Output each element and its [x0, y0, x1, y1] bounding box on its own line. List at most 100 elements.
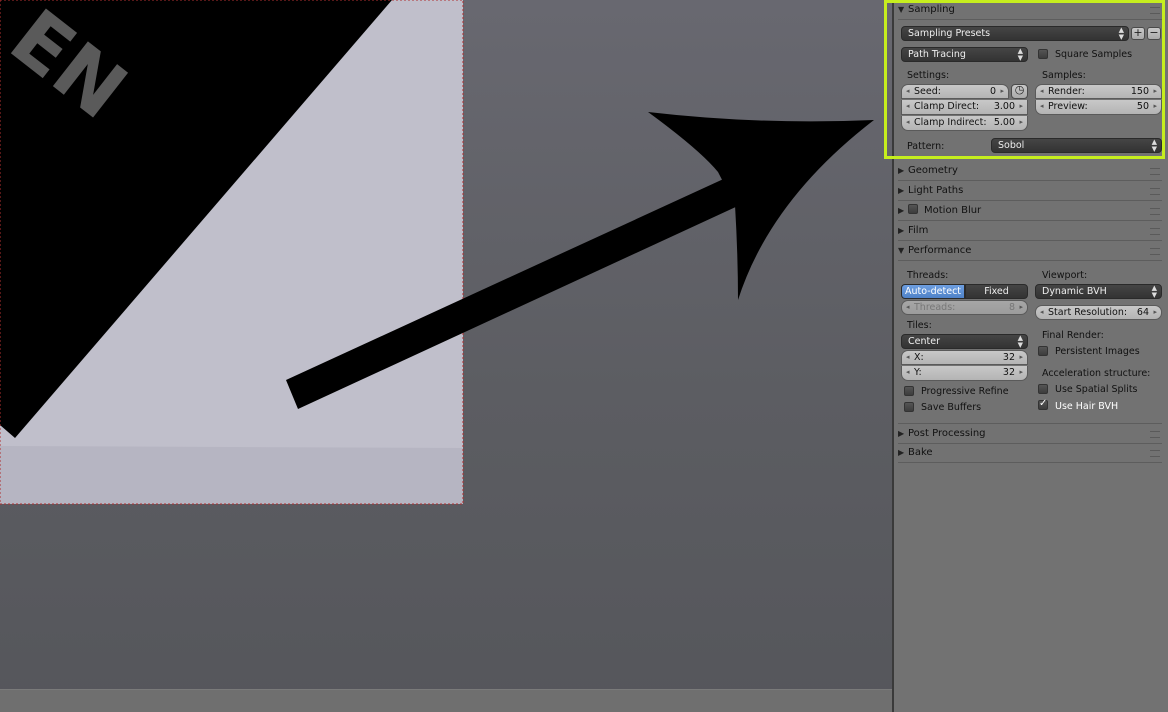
expand-down-icon: ▼	[898, 5, 905, 14]
seed-label: Seed:	[914, 86, 941, 97]
tile-y-value: 32	[1002, 367, 1015, 378]
expand-right-icon: ▶	[898, 226, 905, 235]
clamp-indirect-value: 5.00	[993, 117, 1015, 128]
final-render-label: Final Render:	[1042, 330, 1104, 341]
properties-panel: ▼ Sampling Sampling Presets ▲ ▼ + − Path T…	[892, 0, 1168, 712]
geometry-header-label: Geometry	[908, 165, 958, 176]
threads-count-value: 8	[1008, 302, 1015, 313]
expand-right-icon: ▶	[898, 206, 905, 215]
animated-seed-clock-icon[interactable]: ◷	[1011, 84, 1028, 99]
progressive-refine-label: Progressive Refine	[921, 386, 1009, 397]
tile-order-dropdown[interactable]: Center ▲ ▼	[901, 334, 1028, 349]
light-paths-header-label: Light Paths	[908, 185, 964, 196]
pattern-value: Sobol	[998, 140, 1025, 151]
acceleration-structure-label: Acceleration structure:	[1042, 368, 1151, 379]
updown-arrow-icon: ▲ ▼	[1151, 138, 1157, 153]
clamp-direct-label: Clamp Direct:	[914, 101, 980, 112]
threads-fixed-button[interactable]: Fixed	[965, 284, 1028, 299]
use-spatial-splits-checkbox[interactable]	[1038, 384, 1048, 394]
preview-samples-label: Preview:	[1048, 101, 1088, 112]
expand-right-icon: ▶	[898, 448, 905, 457]
tile-x-value: 32	[1002, 352, 1015, 363]
drag-grip-icon[interactable]	[1150, 450, 1160, 457]
light-paths-panel-header[interactable]: ▶ Light Paths	[898, 181, 1162, 201]
preview-samples-value: 50	[1136, 101, 1149, 112]
use-hair-bvh-checkbox[interactable]	[1038, 398, 1048, 410]
viewport-scene: EN	[0, 0, 874, 505]
threads-count-label: Threads:	[914, 302, 956, 313]
geometry-panel-header[interactable]: ▶ Geometry	[898, 161, 1162, 181]
viewport-bvh-dropdown[interactable]: Dynamic BVH ▲ ▼	[1035, 284, 1162, 299]
progressive-refine-checkbox[interactable]	[904, 386, 914, 396]
square-samples-checkbox[interactable]	[1038, 49, 1048, 59]
post-processing-header-label: Post Processing	[908, 428, 986, 439]
updown-arrow-icon: ▲ ▼	[1151, 284, 1157, 299]
tile-y-field[interactable]: ◂ Y: 32 ▸	[901, 366, 1028, 381]
3d-viewport[interactable]: EN	[0, 0, 892, 712]
persistent-images-label: Persistent Images	[1055, 346, 1140, 357]
sampling-header-label: Sampling	[908, 4, 955, 15]
render-samples-label: Render:	[1048, 86, 1085, 97]
updown-arrow-icon: ▲ ▼	[1118, 26, 1124, 41]
integrator-label: Path Tracing	[908, 49, 966, 60]
use-hair-bvh-label: Use Hair BVH	[1055, 401, 1119, 412]
preview-samples-field[interactable]: ◂ Preview: 50 ▸	[1035, 100, 1162, 115]
drag-grip-icon[interactable]	[1150, 188, 1160, 195]
tile-order-value: Center	[908, 336, 940, 347]
remove-preset-button[interactable]: −	[1147, 27, 1161, 40]
pattern-dropdown[interactable]: Sobol ▲ ▼	[991, 138, 1162, 153]
drag-grip-icon[interactable]	[1150, 228, 1160, 235]
motion-blur-panel-header[interactable]: ▶ Motion Blur	[898, 201, 1162, 221]
square-samples-label: Square Samples	[1055, 49, 1133, 60]
samples-label: Samples:	[1042, 70, 1086, 81]
integrator-dropdown[interactable]: Path Tracing ▲ ▼	[901, 47, 1028, 62]
performance-panel-header[interactable]: ▼ Performance	[898, 241, 1162, 261]
bake-header-label: Bake	[908, 447, 933, 458]
pattern-label: Pattern:	[907, 141, 945, 152]
drag-grip-icon[interactable]	[1150, 168, 1160, 175]
drag-grip-icon[interactable]	[1150, 431, 1160, 438]
tile-y-label: Y:	[914, 367, 922, 378]
tiles-label: Tiles:	[907, 320, 932, 331]
seed-field[interactable]: ◂ Seed: 0 ▸	[901, 84, 1009, 99]
settings-label: Settings:	[907, 70, 950, 81]
performance-header-label: Performance	[908, 245, 972, 256]
save-buffers-label: Save Buffers	[921, 402, 982, 413]
render-samples-value: 150	[1130, 86, 1149, 97]
clamp-indirect-field[interactable]: ◂ Clamp Indirect: 5.00 ▸	[901, 116, 1028, 131]
persistent-images-checkbox[interactable]	[1038, 346, 1048, 356]
film-panel-header[interactable]: ▶ Film	[898, 221, 1162, 241]
post-processing-panel-header[interactable]: ▶ Post Processing	[898, 423, 1162, 444]
clamp-direct-value: 3.00	[993, 101, 1015, 112]
threads-label: Threads:	[907, 270, 949, 281]
viewport-label: Viewport:	[1042, 270, 1088, 281]
expand-right-icon: ▶	[898, 186, 905, 195]
film-header-label: Film	[908, 225, 929, 236]
drag-grip-icon[interactable]	[1150, 248, 1160, 255]
start-resolution-field[interactable]: ◂ Start Resolution: 64 ▸	[1035, 305, 1162, 320]
sampling-presets-label: Sampling Presets	[908, 28, 991, 39]
start-resolution-label: Start Resolution:	[1048, 307, 1128, 318]
sampling-presets-dropdown[interactable]: Sampling Presets ▲ ▼	[901, 26, 1129, 41]
clamp-direct-field[interactable]: ◂ Clamp Direct: 3.00 ▸	[901, 100, 1028, 115]
bake-panel-header[interactable]: ▶ Bake	[898, 443, 1162, 463]
render-floor	[0, 446, 463, 504]
threads-count-field: ◂ Threads: 8 ▸	[901, 300, 1028, 315]
motion-blur-checkbox[interactable]	[908, 204, 918, 214]
tile-x-field[interactable]: ◂ X: 32 ▸	[901, 350, 1028, 365]
add-preset-button[interactable]: +	[1131, 27, 1145, 40]
render-samples-field[interactable]: ◂ Render: 150 ▸	[1035, 84, 1162, 99]
save-buffers-checkbox[interactable]	[904, 402, 914, 412]
drag-grip-icon[interactable]	[1150, 208, 1160, 215]
viewport-status-strip	[0, 689, 892, 712]
drag-grip-icon[interactable]	[1150, 7, 1160, 14]
sampling-panel-header[interactable]: ▼ Sampling	[898, 0, 1162, 20]
use-spatial-splits-label: Use Spatial Splits	[1055, 384, 1138, 395]
updown-arrow-icon: ▲ ▼	[1017, 47, 1023, 62]
motion-blur-header-label: Motion Blur	[924, 205, 982, 216]
threads-auto-detect-button[interactable]: Auto-detect	[901, 284, 965, 299]
expand-right-icon: ▶	[898, 429, 905, 438]
tile-x-label: X:	[914, 352, 924, 363]
expand-right-icon: ▶	[898, 166, 905, 175]
clamp-indirect-label: Clamp Indirect:	[914, 117, 987, 128]
